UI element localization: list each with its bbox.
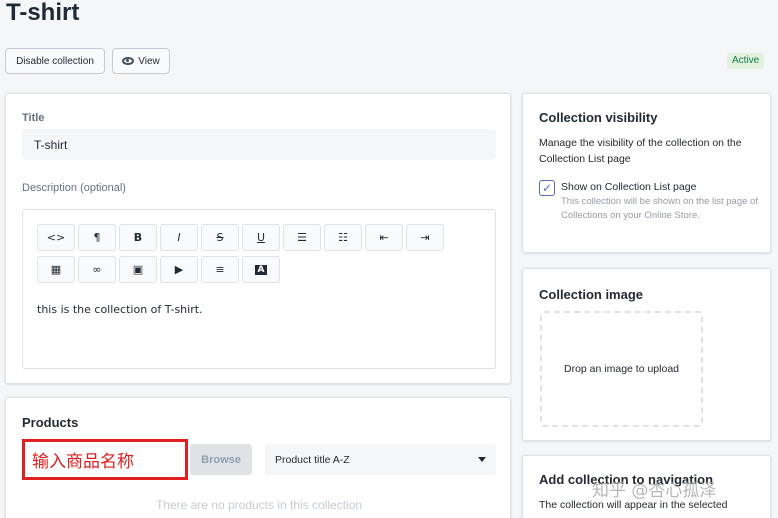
text-color-icon: A [254,264,268,275]
disable-collection-button[interactable]: Disable collection [5,48,105,74]
browse-button[interactable]: Browse [190,444,252,475]
show-on-list-help: This collection will be shown on the lis… [561,196,758,221]
paragraph-icon: ¶ [93,231,101,244]
status-badge: Active [727,53,765,69]
image-icon: ▣ [132,263,144,276]
dropzone-text: Drop an image to upload [564,363,679,375]
image-tool-button[interactable]: ▣ [119,256,157,283]
bold-icon: B [133,231,143,244]
link-tool-button[interactable]: ∞ [78,256,116,283]
underline-icon: U [256,231,266,244]
paragraph-tool-button[interactable]: ¶ [78,224,116,251]
collection-image-card: Collection image Drop an image to upload [522,268,771,441]
title-input[interactable]: T-shirt [22,129,496,160]
view-button[interactable]: View [112,48,170,74]
video-icon: ▶ [174,263,184,276]
align-icon: ≡ [215,263,225,276]
bold-tool-button[interactable]: B [119,224,157,251]
numbered-list-icon: ☷ [338,231,348,244]
show-on-list-checkbox[interactable]: ✓ [539,180,555,196]
indent-tool-button[interactable]: ⇥ [406,224,444,251]
disable-collection-label: Disable collection [16,55,94,67]
page-title: T-shirt [6,0,80,26]
video-tool-button[interactable]: ▶ [160,256,198,283]
description-text[interactable]: this is the collection of T-shirt. [37,303,203,316]
italic-icon: I [177,231,181,244]
empty-products-text: There are no products in this collection [155,498,363,512]
view-label: View [138,55,160,67]
strikethrough-icon: S [216,231,224,244]
description-label: Description (optional) [22,182,126,194]
collection-visibility-card: Collection visibility Manage the visibil… [522,93,771,253]
link-icon: ∞ [92,263,102,276]
watermark-text: 知乎 @杏心孤泽 [592,481,717,501]
sort-select-value: Product title A-Z [275,453,350,466]
collection-details-card: Title T-shirt Description (optional) <> ¶… [5,93,511,384]
strikethrough-tool-button[interactable]: S [201,224,239,251]
table-icon: ▦ [50,263,62,276]
indent-icon: ⇥ [420,231,430,244]
visibility-description: Manage the visibility of the collection … [539,137,742,165]
outdent-icon: ⇤ [379,231,389,244]
code-icon: <> [46,231,66,244]
products-card: Products 输入商品名称 Browse Product title A-Z… [5,397,511,518]
align-tool-button[interactable]: ≡ [201,256,239,283]
sort-select[interactable]: Product title A-Z [265,444,496,475]
product-search-input[interactable]: 输入商品名称 [22,439,188,480]
text-color-tool-button[interactable]: A [242,256,280,283]
underline-tool-button[interactable]: U [242,224,280,251]
show-on-list-label[interactable]: Show on Collection List page [561,181,696,193]
description-editor[interactable]: <> ¶ B I S U ☰ ☷ ⇤ ⇥ ▦ ∞ ▣ ▶ ≡ A this is the collection… [22,209,496,369]
image-dropzone[interactable]: Drop an image to upload [540,311,703,427]
image-heading: Collection image [539,287,644,302]
chevron-down-icon [478,457,486,462]
visibility-heading: Collection visibility [539,110,658,125]
products-heading: Products [22,415,79,430]
outdent-tool-button[interactable]: ⇤ [365,224,403,251]
checkmark-icon: ✓ [541,181,553,195]
code-tool-button[interactable]: <> [37,224,75,251]
italic-tool-button[interactable]: I [160,224,198,251]
numbered-list-tool-button[interactable]: ☷ [324,224,362,251]
bullet-list-tool-button[interactable]: ☰ [283,224,321,251]
eye-icon [122,57,135,65]
title-label: Title [22,112,45,124]
table-tool-button[interactable]: ▦ [37,256,75,283]
bullet-list-icon: ☰ [297,231,307,244]
